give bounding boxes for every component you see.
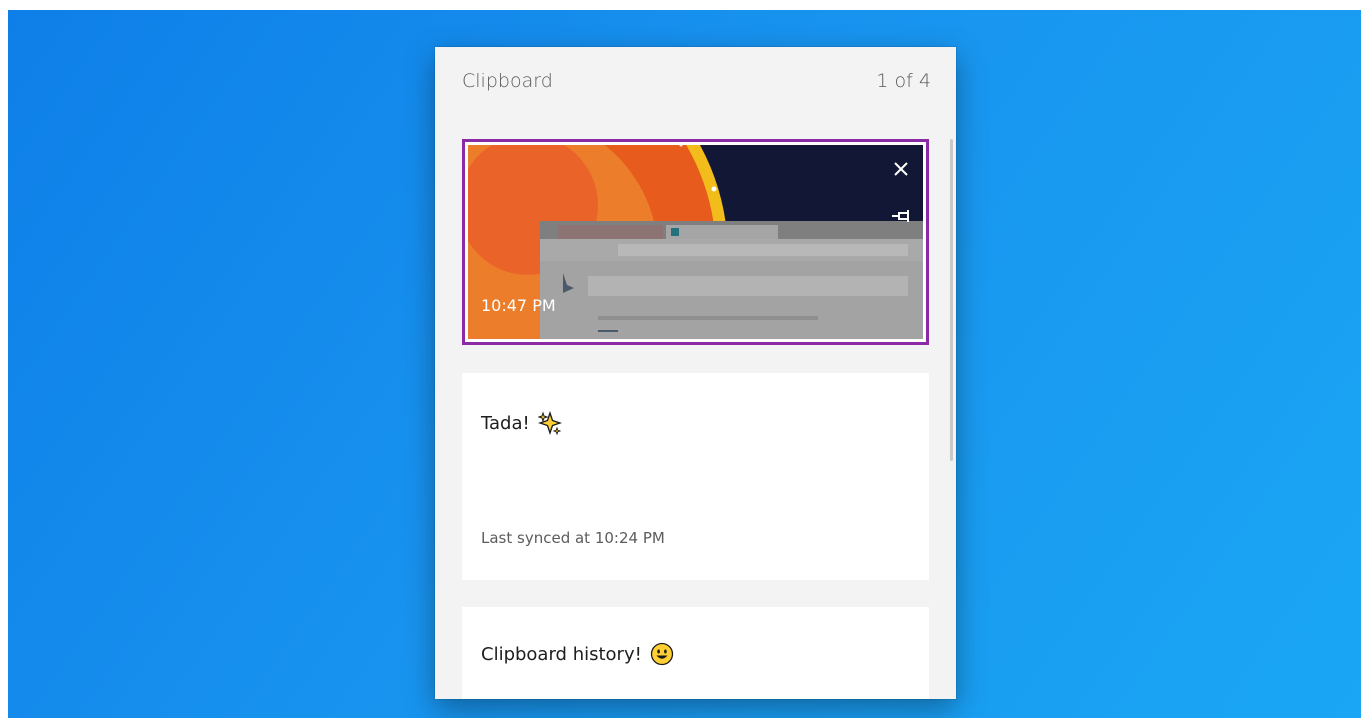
screenshot-thumbnail: 10:47 PM [468, 145, 923, 339]
clipboard-item-image[interactable]: 10:47 PM [462, 139, 929, 345]
clip-content: Clipboard history! [481, 642, 674, 666]
clipboard-panel: Clipboard 1 of 4 10:47 PM Tada! Last syn… [435, 47, 956, 699]
scrollbar[interactable] [950, 139, 953, 461]
clip-text: Tada! [481, 412, 530, 434]
desktop-background: Clipboard 1 of 4 10:47 PM Tada! Last syn… [8, 10, 1361, 718]
sync-status: Last synced at 10:24 PM [481, 529, 665, 547]
sparkles-icon [537, 410, 562, 436]
clipboard-header: Clipboard 1 of 4 [435, 47, 956, 121]
smiley-icon [650, 642, 674, 666]
clipboard-item-count: 1 of 4 [876, 70, 931, 92]
pin-icon[interactable] [891, 207, 913, 225]
clipboard-title: Clipboard [462, 70, 553, 92]
clip-text: Clipboard history! [481, 643, 642, 665]
close-icon[interactable] [891, 159, 911, 179]
clipboard-item-text[interactable]: Clipboard history! [462, 607, 929, 699]
clip-content: Tada! [481, 410, 562, 436]
clipboard-item-text[interactable]: Tada! Last synced at 10:24 PM [462, 373, 929, 580]
clip-timestamp: 10:47 PM [481, 296, 556, 315]
